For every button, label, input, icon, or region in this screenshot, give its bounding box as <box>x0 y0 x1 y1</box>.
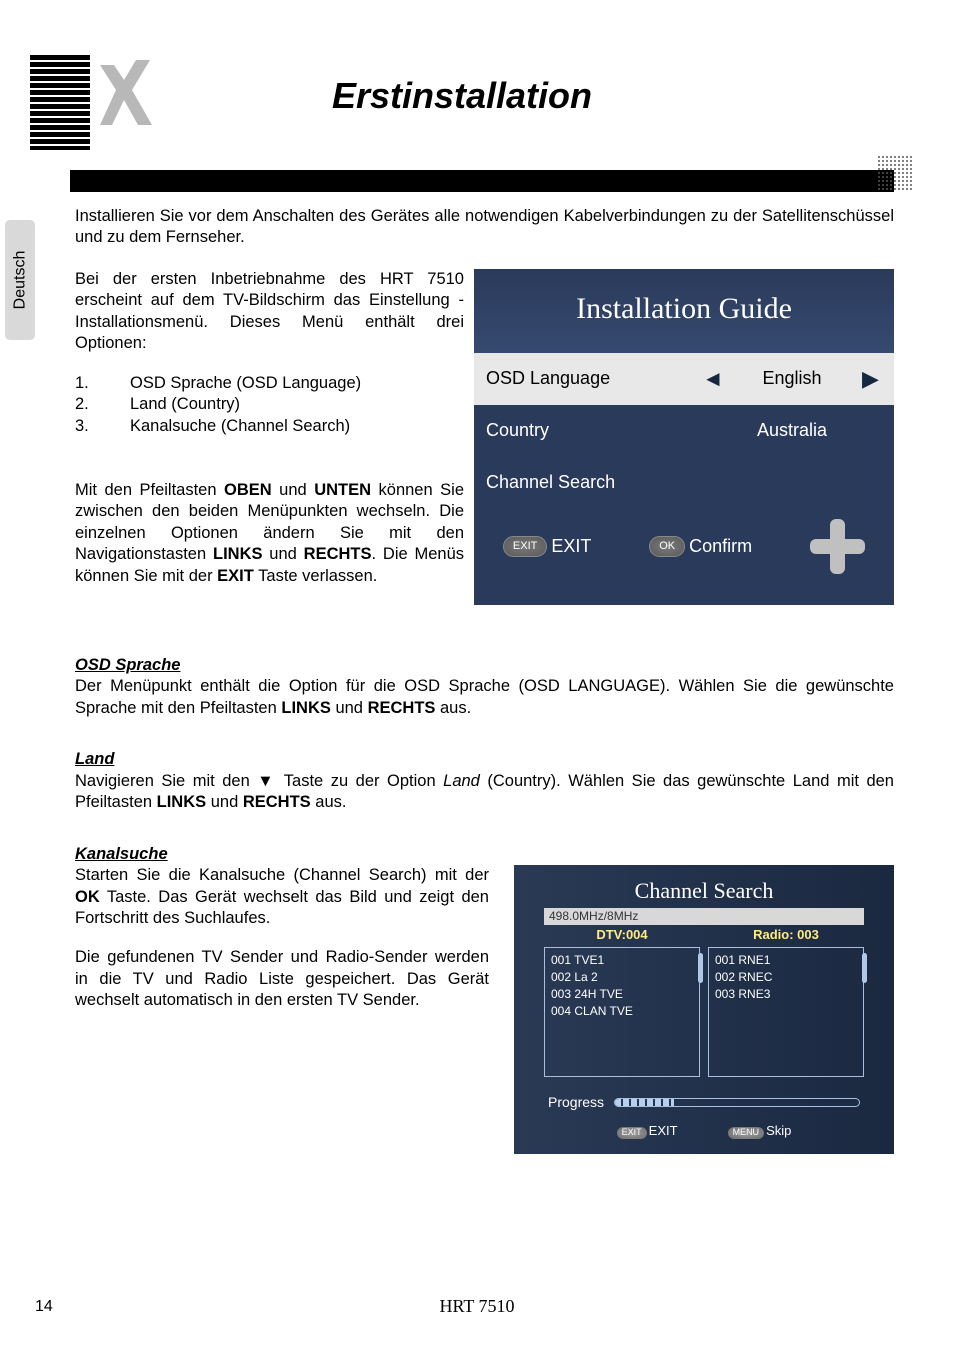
guide-value: Australia <box>722 419 862 442</box>
section-kanal-text: Starten Sie die Kanalsuche (Channel Sear… <box>75 865 489 1154</box>
language-tab: Deutsch <box>5 220 35 340</box>
list-item: 002 RNEC <box>715 969 857 986</box>
main-content: Installieren Sie vor dem Anschalten des … <box>75 206 894 1154</box>
dtv-list: 001 TVE1 002 La 2 003 24H TVE 004 CLAN T… <box>544 947 700 1077</box>
installation-guide-screenshot: Installation Guide OSD Language ◄ Englis… <box>474 269 894 605</box>
section-heading-land: Land <box>75 749 894 770</box>
list-item: 001 RNE1 <box>715 952 857 969</box>
radio-column: Radio: 003 001 RNE1 002 RNEC 003 RNE3 <box>708 927 864 1077</box>
exit-button-icon: EXIT <box>617 1127 647 1139</box>
exit-label: EXIT <box>649 1123 678 1138</box>
list-item: 001 TVE1 <box>551 952 693 969</box>
search-title: Channel Search <box>544 877 864 906</box>
page-footer: 14 HRT 7510 <box>0 1296 954 1317</box>
list-item: 002 La 2 <box>551 969 693 986</box>
menu-button-icon: MENU <box>728 1127 765 1139</box>
dtv-header: DTV:004 <box>544 927 700 944</box>
paragraph-2: Mit den Pfeiltasten OBEN und UNTEN könne… <box>75 480 464 587</box>
section-1-text: Bei der ersten Inbetriebnahme des HRT 75… <box>75 269 464 605</box>
list-text: Kanalsuche (Channel Search) <box>130 416 350 437</box>
footer-model: HRT 7510 <box>439 1296 514 1317</box>
radio-header: Radio: 003 <box>708 927 864 944</box>
chevron-right-icon: ▶ <box>862 365 882 394</box>
options-list: 1.OSD Sprache (OSD Language) 2.Land (Cou… <box>75 373 464 437</box>
channel-search-screenshot: Channel Search 498.0MHz/8MHz DTV:004 001… <box>514 865 894 1154</box>
list-num: 2. <box>75 394 130 415</box>
list-num: 1. <box>75 373 130 394</box>
skip-label: Skip <box>766 1123 791 1138</box>
list-item: 2.Land (Country) <box>75 394 464 415</box>
page-header: Erstinstallation <box>30 50 894 160</box>
progress-label: Progress <box>548 1093 604 1111</box>
exit-hint: EXIT EXIT <box>503 535 591 558</box>
section-heading-osd: OSD Sprache <box>75 655 894 676</box>
language-tab-label: Deutsch <box>11 251 29 310</box>
paragraph-1: Bei der ersten Inbetriebnahme des HRT 75… <box>75 269 464 355</box>
guide-title: Installation Guide <box>474 269 894 353</box>
list-item: 3.Kanalsuche (Channel Search) <box>75 416 464 437</box>
section-land-text: Navigieren Sie mit den ▼ Taste zu der Op… <box>75 771 894 814</box>
ok-button-icon: OK <box>649 536 685 556</box>
kanal-p1: Starten Sie die Kanalsuche (Channel Sear… <box>75 865 489 929</box>
guide-label: OSD Language <box>486 367 702 390</box>
guide-footer: EXIT EXIT OK Confirm <box>474 509 894 584</box>
guide-value: English <box>722 367 862 390</box>
x-logo-icon <box>90 50 180 145</box>
search-columns: DTV:004 001 TVE1 002 La 2 003 24H TVE 00… <box>544 927 864 1077</box>
confirm-hint: OK Confirm <box>649 535 752 558</box>
exit-button-icon: EXIT <box>503 536 547 556</box>
page-number: 14 <box>35 1298 53 1316</box>
section-row-1: Bei der ersten Inbetriebnahme des HRT 75… <box>75 269 894 605</box>
decorative-dots <box>877 155 912 190</box>
radio-list: 001 RNE1 002 RNEC 003 RNE3 <box>708 947 864 1077</box>
list-item: 004 CLAN TVE <box>551 1003 693 1020</box>
dtv-column: DTV:004 001 TVE1 002 La 2 003 24H TVE 00… <box>544 927 700 1077</box>
decorative-stripes <box>30 55 90 150</box>
list-item: 1.OSD Sprache (OSD Language) <box>75 373 464 394</box>
search-frequency: 498.0MHz/8MHz <box>544 908 864 926</box>
decorative-bar <box>70 170 894 192</box>
guide-row-channel-search: Channel Search <box>474 457 894 509</box>
guide-label: Channel Search <box>486 471 882 494</box>
section-row-2: Starten Sie die Kanalsuche (Channel Sear… <box>75 865 894 1154</box>
list-text: Land (Country) <box>130 394 240 415</box>
list-item: 003 RNE3 <box>715 986 857 1003</box>
dpad-icon <box>810 519 865 574</box>
exit-hint: EXITEXIT <box>617 1123 678 1140</box>
skip-hint: MENUSkip <box>728 1123 792 1140</box>
section-osd-text: Der Menüpunkt enthält die Option für die… <box>75 676 894 719</box>
guide-row-osd-language: OSD Language ◄ English ▶ <box>474 353 894 405</box>
exit-label: EXIT <box>551 535 591 558</box>
guide-row-country: Country Australia <box>474 405 894 457</box>
intro-paragraph: Installieren Sie vor dem Anschalten des … <box>75 206 894 249</box>
confirm-label: Confirm <box>689 535 752 558</box>
kanal-p2: Die gefundenen TV Sender und Radio-Sende… <box>75 947 489 1011</box>
progress-row: Progress <box>544 1091 864 1113</box>
section-heading-kanal: Kanalsuche <box>75 844 894 865</box>
list-num: 3. <box>75 416 130 437</box>
search-footer: EXITEXIT MENUSkip <box>544 1123 864 1140</box>
progress-bar <box>614 1098 860 1107</box>
list-item: 003 24H TVE <box>551 986 693 1003</box>
chevron-left-icon: ◄ <box>702 365 722 394</box>
progress-fill <box>615 1099 674 1106</box>
guide-label: Country <box>486 419 702 442</box>
list-text: OSD Sprache (OSD Language) <box>130 373 361 394</box>
